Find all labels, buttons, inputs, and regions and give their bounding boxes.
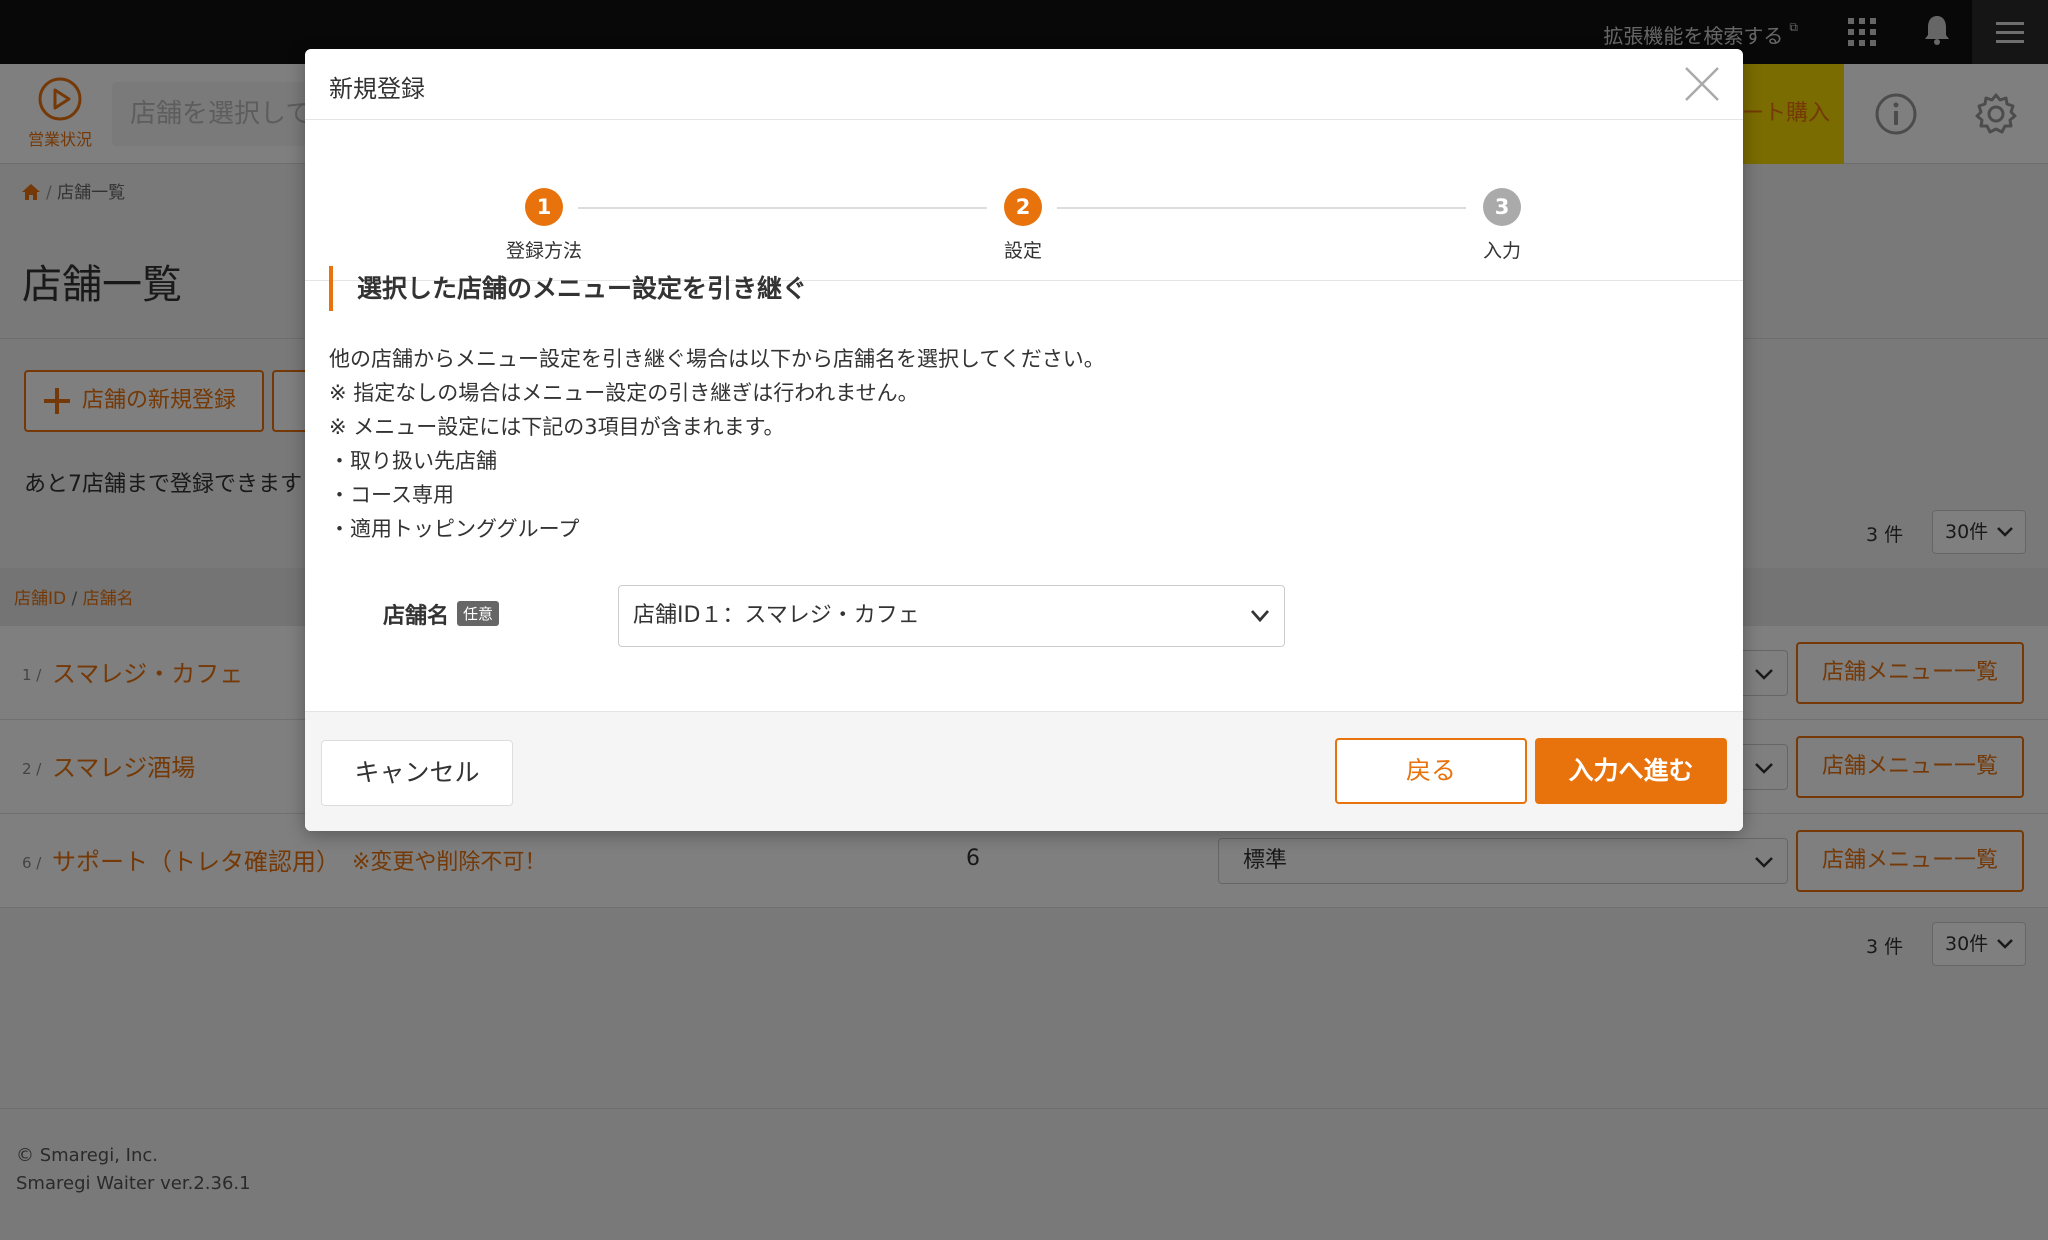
new-registration-modal: 新規登録 1 登録方法 2 設定 3 入力 選択した店舗のメニュー設定を引き継ぐ… <box>305 49 1743 831</box>
step-number: 2 <box>1004 188 1042 226</box>
description-line: ・取り扱い先店舗 <box>329 449 497 473</box>
step-label: 入力 <box>1482 240 1521 262</box>
description-line: ・コース専用 <box>329 483 454 507</box>
store-name-select[interactable]: 店舗ID１：スマレジ・カフェ <box>618 585 1285 647</box>
step-1: 1 登録方法 <box>474 188 614 263</box>
back-button[interactable]: 戻る <box>1335 738 1527 804</box>
step-connector <box>578 207 987 209</box>
modal-title: 新規登録 <box>329 75 425 103</box>
description: 他の店舗からメニュー設定を引き継ぐ場合は以下から店舗名を選択してください。 ※ … <box>329 342 1105 546</box>
description-line: ・適用トッピンググループ <box>329 517 580 541</box>
description-line: ※ メニュー設定には下記の3項目が含まれます。 <box>329 415 785 439</box>
step-label: 設定 <box>1003 240 1042 262</box>
step-number: 1 <box>525 188 563 226</box>
chevron-down-icon <box>1250 610 1270 623</box>
description-line: 他の店舗からメニュー設定を引き継ぐ場合は以下から店舗名を選択してください。 <box>329 347 1105 371</box>
cancel-button[interactable]: キャンセル <box>321 740 513 806</box>
optional-badge: 任意 <box>457 601 500 626</box>
close-icon[interactable] <box>1683 65 1721 103</box>
modal-header: 新規登録 <box>305 49 1743 120</box>
step-3: 3 入力 <box>1432 188 1572 263</box>
step-number: 3 <box>1483 188 1521 226</box>
step-connector <box>1057 207 1466 209</box>
modal-footer: キャンセル 戻る 入力へ進む <box>305 711 1743 831</box>
section-title: 選択した店舗のメニュー設定を引き継ぐ <box>329 266 807 311</box>
store-name-select-value: 店舗ID１：スマレジ・カフェ <box>633 603 920 628</box>
description-line: ※ 指定なしの場合はメニュー設定の引き継ぎは行われません。 <box>329 381 919 405</box>
stepper: 1 登録方法 2 設定 3 入力 <box>305 121 1743 281</box>
store-name-label: 店舗名 <box>383 604 450 629</box>
step-label: 登録方法 <box>505 240 582 262</box>
step-2: 2 設定 <box>953 188 1093 263</box>
next-to-input-button[interactable]: 入力へ進む <box>1535 738 1727 804</box>
